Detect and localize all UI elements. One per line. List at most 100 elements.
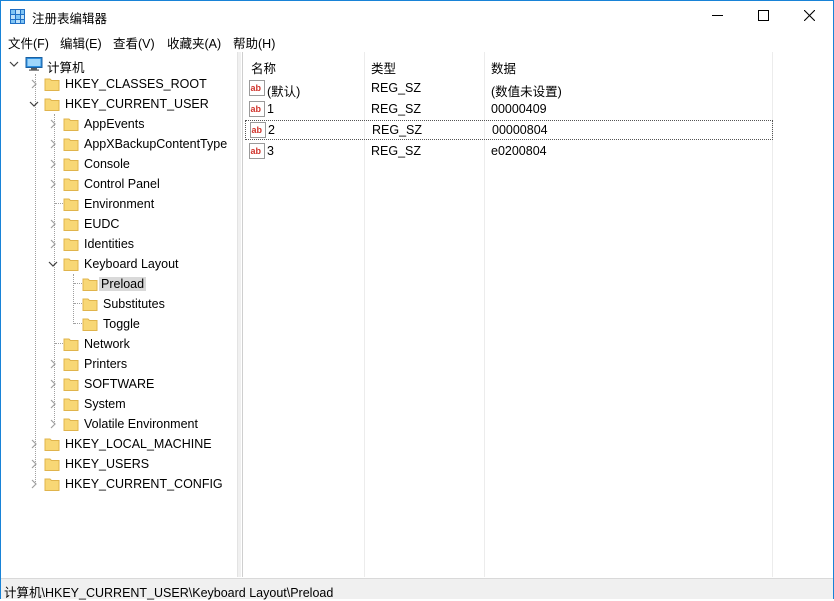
tree-label: SOFTWARE — [84, 377, 155, 391]
tree-label: Environment — [84, 197, 155, 211]
reg-sz-icon: ab — [249, 80, 265, 96]
chevron-down-icon[interactable] — [47, 254, 59, 274]
chevron-right-icon[interactable] — [47, 234, 59, 254]
tree-label: HKEY_LOCAL_MACHINE — [65, 437, 212, 451]
tree-item-volatile-environment[interactable]: Volatile Environment — [1, 414, 237, 434]
chevron-right-icon[interactable] — [47, 374, 59, 394]
menu-file[interactable]: 文件(F) — [8, 33, 49, 52]
regedit-window: 注册表编辑器 文件(F) 编辑(E) 查看(V) 收藏夹(A) 帮助(H) 计算… — [0, 0, 834, 600]
tree-item-hkey-local-machine[interactable]: HKEY_LOCAL_MACHINE — [1, 434, 237, 454]
menu-edit[interactable]: 编辑(E) — [60, 33, 102, 52]
tree-label: Identities — [84, 237, 135, 251]
folder-icon — [63, 137, 79, 151]
list-item[interactable]: ab 1 REG_SZ 00000409 — [243, 99, 773, 119]
chevron-right-icon[interactable] — [28, 74, 40, 94]
folder-icon — [63, 257, 79, 271]
folder-icon — [63, 157, 79, 171]
tree-item-network[interactable]: Network — [1, 334, 237, 354]
value-name: (默认) — [267, 85, 301, 99]
tree-item-computer[interactable]: 计算机 — [1, 54, 237, 75]
minimize-icon — [712, 15, 723, 16]
chevron-right-icon[interactable] — [47, 174, 59, 194]
chevron-right-icon[interactable] — [47, 354, 59, 374]
minimize-button[interactable] — [695, 1, 741, 31]
tree-item-system[interactable]: System — [1, 394, 237, 414]
close-icon — [804, 10, 815, 21]
tree-item-hkey-classes-root[interactable]: HKEY_CLASSES_ROOT — [1, 74, 237, 94]
list-item[interactable]: ab (默认) REG_SZ (数值未设置) — [243, 78, 773, 99]
values-list[interactable]: 名称 类型 数据 ab (默认) REG_SZ (数值未设置) ab 1 REG… — [242, 52, 834, 577]
tree-label: Substitutes — [103, 297, 165, 311]
value-name: 1 — [267, 102, 274, 116]
tree-item-appxbackupcontenttype[interactable]: AppXBackupContentType — [1, 134, 237, 154]
folder-icon — [44, 457, 60, 471]
folder-icon — [63, 357, 79, 371]
tree-label: HKEY_CURRENT_USER — [65, 97, 209, 111]
folder-icon — [63, 237, 79, 251]
tree-item-preload[interactable]: Preload — [1, 274, 237, 294]
pane-splitter[interactable] — [238, 52, 241, 577]
title-bar[interactable]: 注册表编辑器 — [1, 1, 833, 31]
value-data: 00000804 — [492, 123, 548, 137]
chevron-down-icon[interactable] — [28, 94, 40, 114]
maximize-icon — [758, 10, 769, 21]
folder-icon — [63, 197, 79, 211]
tree-label: HKEY_CURRENT_CONFIG — [65, 477, 223, 491]
tree-item-keyboard-layout[interactable]: Keyboard Layout — [1, 254, 237, 274]
tree-label: Printers — [84, 357, 128, 371]
folder-icon — [63, 217, 79, 231]
tree-label: Console — [84, 157, 130, 171]
reg-sz-icon: ab — [249, 101, 265, 117]
chevron-down-icon[interactable] — [8, 54, 20, 74]
chevron-right-icon[interactable] — [28, 434, 40, 454]
column-header-type[interactable]: 类型 — [371, 58, 396, 77]
folder-icon — [63, 177, 79, 191]
list-item[interactable]: ab 3 REG_SZ e0200804 — [243, 141, 773, 161]
chevron-right-icon[interactable] — [47, 414, 59, 434]
maximize-button[interactable] — [741, 1, 787, 31]
tree-item-identities[interactable]: Identities — [1, 234, 237, 254]
menu-help[interactable]: 帮助(H) — [233, 33, 275, 52]
tree-item-hkey-current-user[interactable]: HKEY_CURRENT_USER — [1, 94, 237, 114]
chevron-right-icon[interactable] — [47, 154, 59, 174]
tree-item-software[interactable]: SOFTWARE — [1, 374, 237, 394]
tree-item-appevents[interactable]: AppEvents — [1, 114, 237, 134]
tree-item-printers[interactable]: Printers — [1, 354, 237, 374]
tree-item-control-panel[interactable]: Control Panel — [1, 174, 237, 194]
menu-bar: 文件(F) 编辑(E) 查看(V) 收藏夹(A) 帮助(H) — [1, 31, 833, 51]
reg-sz-icon: ab — [250, 122, 266, 138]
chevron-right-icon[interactable] — [47, 134, 59, 154]
tree-item-substitutes[interactable]: Substitutes — [1, 294, 237, 314]
tree-label: Volatile Environment — [84, 417, 198, 431]
tree-item-eudc[interactable]: EUDC — [1, 214, 237, 234]
folder-icon — [82, 297, 98, 311]
menu-view[interactable]: 查看(V) — [113, 33, 155, 52]
value-type: REG_SZ — [372, 123, 423, 137]
chevron-right-icon[interactable] — [47, 114, 59, 134]
value-type: REG_SZ — [371, 81, 422, 95]
tree-item-hkey-users[interactable]: HKEY_USERS — [1, 454, 237, 474]
close-button[interactable] — [787, 1, 833, 31]
chevron-right-icon[interactable] — [47, 214, 59, 234]
tree-label: Control Panel — [84, 177, 160, 191]
tree-item-hkey-current-config[interactable]: HKEY_CURRENT_CONFIG — [1, 474, 237, 494]
folder-icon — [63, 397, 79, 411]
value-name: 2 — [268, 123, 275, 137]
tree-item-environment[interactable]: Environment — [1, 194, 237, 214]
column-header-data[interactable]: 数据 — [491, 58, 516, 77]
folder-icon — [44, 97, 60, 111]
menu-favorites[interactable]: 收藏夹(A) — [167, 33, 221, 52]
tree-label: System — [84, 397, 126, 411]
chevron-right-icon[interactable] — [47, 394, 59, 414]
list-item-focused[interactable]: ab 2 REG_SZ 00000804 — [245, 120, 773, 140]
tree-pane[interactable]: 计算机 HKEY_CLASSES_ROOT HKEY_CURRENT_USER — [1, 52, 238, 577]
regedit-icon — [10, 9, 25, 24]
chevron-right-icon[interactable] — [28, 454, 40, 474]
tree-item-console[interactable]: Console — [1, 154, 237, 174]
tree-item-toggle[interactable]: Toggle — [1, 314, 237, 334]
chevron-right-icon[interactable] — [28, 474, 40, 494]
tree-label: Keyboard Layout — [84, 257, 179, 271]
folder-icon — [44, 437, 60, 451]
folder-icon — [82, 317, 98, 331]
column-header-name[interactable]: 名称 — [251, 58, 276, 77]
